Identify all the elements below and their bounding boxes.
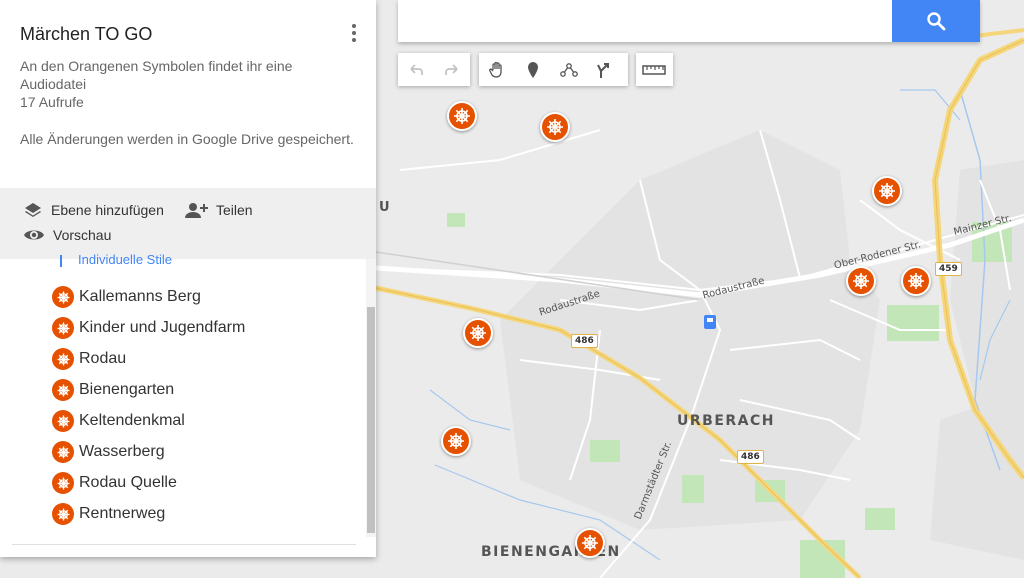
map-description[interactable]: An den Orangenen Symbolen findet ihr ein… (20, 57, 356, 93)
list-item-label: Wasserberg (79, 443, 165, 460)
draw-line-button[interactable] (551, 53, 587, 86)
kebab-icon (352, 38, 356, 42)
list-item[interactable]: Rodau (52, 348, 126, 370)
map-marker[interactable] (463, 318, 493, 348)
measure-button[interactable] (636, 53, 672, 86)
road-shield-486-south: 486 (737, 450, 764, 464)
layer-list: Individuelle Stile Kallemanns Berg Kinde… (0, 252, 376, 557)
map-marker[interactable] (575, 528, 605, 558)
redo-button[interactable] (434, 53, 470, 86)
save-status: Alle Änderungen werden in Google Drive g… (20, 131, 354, 147)
map-marker[interactable] (872, 176, 902, 206)
divider (12, 544, 356, 545)
kebab-icon (352, 24, 356, 28)
share-button[interactable]: Teilen (184, 201, 253, 219)
search-input[interactable] (398, 0, 888, 40)
wheel-icon (448, 433, 464, 449)
add-layer-label: Ebene hinzufügen (51, 202, 164, 218)
list-item[interactable]: Kinder und Jugendfarm (52, 317, 245, 339)
search-button[interactable] (892, 0, 980, 42)
eye-icon (23, 227, 45, 243)
map-marker[interactable] (540, 112, 570, 142)
map-marker[interactable] (447, 101, 477, 131)
wheel-icon (52, 379, 74, 401)
view-count: 17 Aufrufe (20, 94, 84, 110)
wheel-icon (52, 348, 74, 370)
wheel-icon (52, 286, 74, 308)
undo-button[interactable] (398, 53, 434, 86)
road-shield-459: 459 (935, 262, 962, 276)
wheel-icon (52, 503, 74, 525)
redo-icon (445, 63, 458, 75)
wheel-icon (454, 108, 470, 124)
layers-icon (23, 201, 43, 219)
share-label: Teilen (216, 202, 253, 218)
undo-icon (410, 63, 423, 75)
add-layer-button[interactable]: Ebene hinzufügen (23, 201, 164, 219)
hand-tool-button[interactable] (479, 53, 515, 86)
wheel-icon (470, 325, 486, 341)
add-directions-button[interactable] (587, 53, 623, 86)
list-item-label: Rodau Quelle (79, 474, 177, 491)
city-label-urberach: URBERACH (677, 413, 775, 429)
styles-indicator (60, 255, 62, 267)
list-item[interactable]: Bienengarten (52, 379, 174, 401)
individual-styles-link[interactable]: Individuelle Stile (78, 252, 172, 266)
list-item[interactable]: Keltendenkmal (52, 410, 185, 432)
line-icon (560, 62, 578, 77)
search-icon (927, 12, 946, 31)
wheel-icon (52, 441, 74, 463)
wheel-icon (853, 273, 869, 289)
kebab-icon (352, 31, 356, 35)
hand-icon (489, 61, 502, 78)
wheel-icon (52, 410, 74, 432)
list-item[interactable]: Rentnerweg (52, 503, 165, 525)
map-title[interactable]: Märchen TO GO (20, 24, 356, 45)
map-marker[interactable] (846, 266, 876, 296)
list-item[interactable]: Rodau Quelle (52, 472, 177, 494)
more-options-button[interactable] (346, 22, 362, 44)
panel-header: Märchen TO GO An den Orangenen Symbolen … (0, 0, 376, 188)
scrollbar-thumb[interactable] (367, 307, 375, 533)
list-item[interactable]: Kallemanns Berg (52, 286, 201, 308)
scrollbar-track[interactable] (366, 259, 376, 537)
ruler-icon (642, 64, 666, 75)
list-item-label: Bienengarten (79, 381, 175, 398)
list-item-label: Rentnerweg (79, 505, 166, 522)
wheel-icon (582, 535, 598, 551)
wheel-icon (547, 119, 563, 135)
panel-actions: Ebene hinzufügen Teilen Vorschau (0, 188, 376, 259)
map-marker[interactable] (901, 266, 931, 296)
list-item-label: Kallemanns Berg (79, 288, 201, 305)
draw-toolbar (479, 53, 628, 86)
add-marker-button[interactable] (515, 53, 551, 86)
wheel-icon (52, 317, 74, 339)
list-item-label: Keltendenkmal (79, 412, 185, 429)
list-item-label: Rodau (79, 350, 127, 367)
history-toolbar (398, 53, 470, 86)
place-label-partial: U (379, 200, 390, 215)
map-panel: Märchen TO GO An den Orangenen Symbolen … (0, 0, 376, 557)
directions-icon (597, 62, 609, 78)
road-shield-486-west: 486 (571, 334, 598, 348)
wheel-icon (52, 472, 74, 494)
map-marker[interactable] (441, 426, 471, 456)
marker-icon (528, 61, 538, 78)
wheel-icon (879, 183, 895, 199)
search-bar (398, 0, 980, 42)
list-item-label: Kinder und Jugendfarm (79, 319, 246, 336)
preview-label: Vorschau (53, 227, 112, 243)
list-item[interactable]: Wasserberg (52, 441, 165, 463)
wheel-icon (908, 273, 924, 289)
add-person-icon (184, 201, 208, 219)
preview-button[interactable]: Vorschau (23, 227, 111, 243)
measure-toolbar (636, 53, 673, 86)
